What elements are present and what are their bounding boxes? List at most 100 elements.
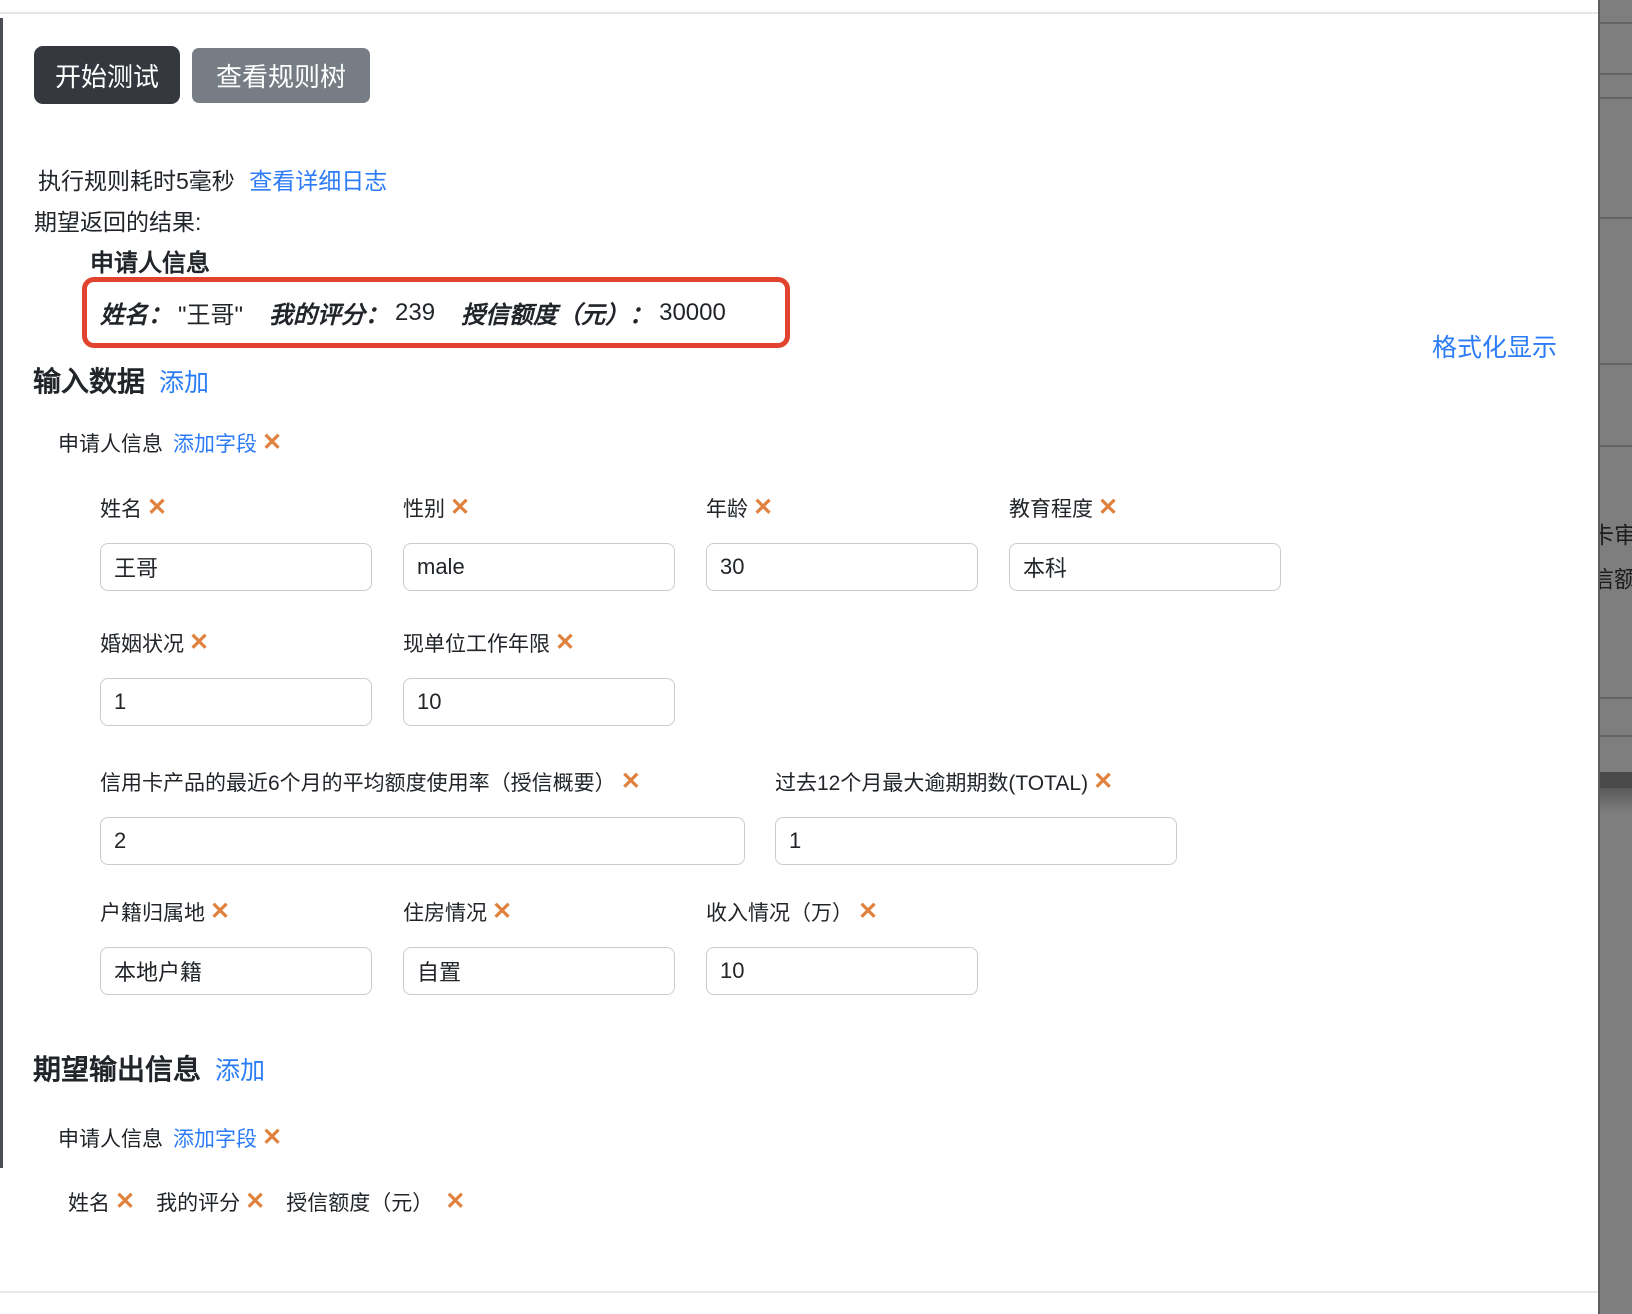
input-section-header: 输入数据 添加 — [33, 360, 209, 400]
remove-field-icon[interactable]: ✕ — [858, 900, 878, 924]
field-age-input[interactable] — [706, 543, 978, 591]
field-label: 年龄 — [706, 493, 748, 523]
result-field: 授信额度（元）： 30000 — [461, 295, 726, 330]
output-section-header: 期望输出信息 添加 — [33, 1048, 265, 1088]
expected-result-highlight-box: 姓名： "王哥" 我的评分： 239 授信额度（元）： 30000 — [82, 277, 790, 348]
field-gender: 性别✕ — [403, 493, 675, 591]
dimmed-background-page: 卡审 信额 — [1598, 0, 1632, 1314]
field-marital-status: 婚姻状况✕ — [100, 628, 372, 726]
background-table-row-line — [1600, 97, 1632, 99]
field-income-input[interactable] — [706, 947, 978, 995]
background-clipped-text: 信额 — [1598, 560, 1632, 594]
output-section-title: 期望输出信息 — [33, 1048, 201, 1088]
remove-group-icon[interactable]: ✕ — [262, 1126, 282, 1150]
remove-field-icon[interactable]: ✕ — [555, 631, 575, 655]
background-table-row-line — [1600, 735, 1632, 737]
remove-field-icon[interactable]: ✕ — [1093, 770, 1113, 794]
field-housing: 住房情况✕ — [403, 897, 675, 995]
remove-field-icon[interactable]: ✕ — [210, 900, 230, 924]
result-field: 我的评分： 239 — [269, 295, 435, 330]
field-gender-input[interactable] — [403, 543, 675, 591]
field-label: 现单位工作年限 — [403, 628, 550, 658]
remove-field-icon[interactable]: ✕ — [115, 1190, 135, 1214]
execution-duration-text: 执行规则耗时5毫秒 — [38, 168, 235, 194]
field-max-overdue-input[interactable] — [775, 817, 1177, 865]
result-field-value: 30000 — [659, 299, 726, 327]
panel-bottom-border — [0, 1291, 1598, 1293]
field-work-years-input[interactable] — [403, 678, 675, 726]
remove-field-icon[interactable]: ✕ — [245, 1190, 265, 1214]
input-fields-row: 信用卡产品的最近6个月的平均额度使用率（授信概要）✕ 过去12个月最大逾期期数(… — [100, 767, 1177, 865]
output-add-link[interactable]: 添加 — [215, 1051, 265, 1087]
remove-field-icon[interactable]: ✕ — [492, 900, 512, 924]
input-group-row: 申请人信息 添加字段 ✕ — [58, 428, 282, 458]
field-education: 教育程度✕ — [1009, 493, 1281, 591]
field-age: 年龄✕ — [706, 493, 978, 591]
input-add-link[interactable]: 添加 — [159, 363, 209, 399]
input-fields-row: 姓名✕ 性别✕ 年龄✕ 教育程度✕ — [100, 493, 1281, 591]
background-band-shadow — [1600, 788, 1632, 814]
field-label: 收入情况（万） — [706, 897, 853, 927]
output-field-score: 我的评分 ✕ — [156, 1187, 265, 1217]
remove-field-icon[interactable]: ✕ — [445, 1190, 465, 1214]
output-group-row: 申请人信息 添加字段 ✕ — [58, 1123, 282, 1153]
panel-top-border — [0, 12, 1598, 14]
output-field-name: 姓名 ✕ — [68, 1187, 135, 1217]
input-group-name: 申请人信息 — [58, 428, 163, 458]
remove-field-icon[interactable]: ✕ — [450, 496, 470, 520]
field-work-years: 现单位工作年限✕ — [403, 628, 675, 726]
start-test-button[interactable]: 开始测试 — [34, 46, 180, 104]
output-field-label: 授信额度（元） — [286, 1187, 433, 1217]
field-household-registration-input[interactable] — [100, 947, 372, 995]
output-group-name: 申请人信息 — [58, 1123, 163, 1153]
field-name-input[interactable] — [100, 543, 372, 591]
result-field-value: 239 — [395, 299, 435, 327]
execution-duration-line: 执行规则耗时5毫秒 查看详细日志 — [38, 162, 387, 196]
field-label: 住房情况 — [403, 897, 487, 927]
view-detail-log-link[interactable]: 查看详细日志 — [249, 168, 387, 194]
field-education-input[interactable] — [1009, 543, 1281, 591]
field-household-registration: 户籍归属地✕ — [100, 897, 372, 995]
input-fields-row: 户籍归属地✕ 住房情况✕ 收入情况（万）✕ — [100, 897, 978, 995]
remove-field-icon[interactable]: ✕ — [189, 631, 209, 655]
output-field-credit-limit: 授信额度（元） ✕ — [286, 1187, 465, 1217]
background-table-row-line — [1600, 73, 1632, 75]
background-table-row-line — [1600, 445, 1632, 447]
field-label: 姓名 — [100, 493, 142, 523]
remove-group-icon[interactable]: ✕ — [262, 431, 282, 455]
panel-left-edge — [0, 18, 3, 1168]
result-field-label: 我的评分： — [269, 295, 389, 330]
field-label: 婚姻状况 — [100, 628, 184, 658]
output-field-label: 姓名 — [68, 1187, 110, 1217]
background-table-row-line — [1600, 217, 1632, 219]
background-table-row-line — [1600, 697, 1632, 699]
remove-field-icon[interactable]: ✕ — [621, 770, 641, 794]
field-housing-input[interactable] — [403, 947, 675, 995]
input-fields-row: 婚姻状况✕ 现单位工作年限✕ — [100, 628, 675, 726]
background-clipped-text: 卡审 — [1598, 516, 1632, 550]
background-dark-band — [1600, 772, 1632, 788]
remove-field-icon[interactable]: ✕ — [147, 496, 167, 520]
field-label: 性别 — [403, 493, 445, 523]
result-field: 姓名： "王哥" — [100, 295, 243, 330]
expected-result-label: 期望返回的结果: — [34, 203, 201, 237]
field-label: 过去12个月最大逾期期数(TOTAL) — [775, 767, 1088, 797]
result-field-label: 姓名： — [100, 295, 172, 330]
result-group-title: 申请人信息 — [90, 243, 210, 278]
view-rule-tree-button[interactable]: 查看规则树 — [192, 48, 370, 103]
field-label: 教育程度 — [1009, 493, 1093, 523]
field-credit-usage-rate-input[interactable] — [100, 817, 745, 865]
input-add-field-link[interactable]: 添加字段 — [173, 428, 257, 458]
format-display-link[interactable]: 格式化显示 — [1432, 328, 1557, 364]
test-panel: 卡审 信额 开始测试 查看规则树 执行规则耗时5毫秒 查看详细日志 期望返回的结… — [0, 0, 1632, 1314]
field-label: 信用卡产品的最近6个月的平均额度使用率（授信概要） — [100, 767, 616, 797]
result-field-value: "王哥" — [178, 295, 243, 330]
remove-field-icon[interactable]: ✕ — [753, 496, 773, 520]
field-marital-status-input[interactable] — [100, 678, 372, 726]
remove-field-icon[interactable]: ✕ — [1098, 496, 1118, 520]
background-table-row-line — [1600, 22, 1632, 24]
field-name: 姓名✕ — [100, 493, 372, 591]
output-add-field-link[interactable]: 添加字段 — [173, 1123, 257, 1153]
field-label: 户籍归属地 — [100, 897, 205, 927]
background-table-row-line — [1600, 363, 1632, 365]
